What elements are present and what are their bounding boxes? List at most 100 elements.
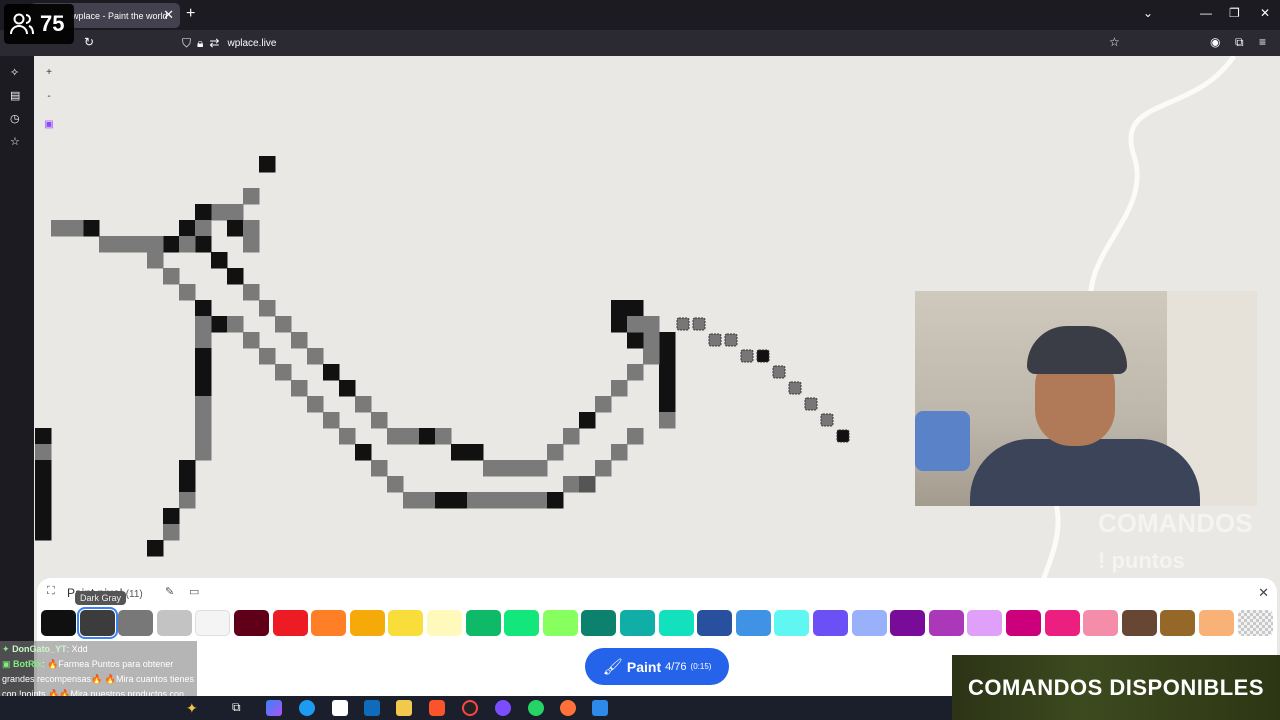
color-swatch-black[interactable] (41, 610, 76, 636)
permissions-icon[interactable]: ⇄ (209, 36, 219, 50)
close-panel-button[interactable]: ✕ (1258, 585, 1269, 601)
zoom-out-button[interactable]: - (42, 90, 56, 104)
canvas-pixel (659, 396, 676, 413)
twitch-icon[interactable]: ▣ (42, 118, 56, 132)
fullscreen-icon[interactable]: ⛶ (47, 585, 55, 598)
color-swatch-light-green[interactable] (543, 610, 578, 636)
color-swatch-blue[interactable] (736, 610, 771, 636)
extensions-icon[interactable]: ⧉ (1235, 35, 1244, 50)
ai-chatbot-icon[interactable]: ✧ (10, 66, 19, 79)
photos-icon[interactable] (592, 700, 608, 716)
canvas-pixel (179, 236, 196, 253)
color-swatch-dark-teal[interactable] (581, 610, 616, 636)
color-swatch-dark-green[interactable] (466, 610, 501, 636)
color-swatch-dark-gray[interactable] (77, 607, 118, 639)
pending-pixel[interactable] (724, 333, 738, 347)
brave-icon[interactable] (429, 700, 445, 716)
pending-pixel[interactable] (772, 365, 786, 379)
color-swatch-dark-blue[interactable] (697, 610, 732, 636)
canvas-pixel (579, 476, 596, 493)
color-swatch-light-yellow[interactable] (427, 610, 462, 636)
color-swatch-purple[interactable] (929, 610, 964, 636)
canvas-pixel (451, 444, 468, 461)
color-swatch-light-teal[interactable] (659, 610, 694, 636)
minimize-panel-icon[interactable]: ▭ (189, 585, 199, 598)
color-swatch-deep-red[interactable] (234, 610, 269, 636)
tab-list-chevron-icon[interactable]: ⌄ (1143, 6, 1153, 20)
shield-icon[interactable]: ⛉ (182, 36, 191, 51)
copilot-icon[interactable] (266, 700, 282, 716)
close-window-button[interactable]: ✕ (1260, 6, 1270, 20)
bookmark-star-icon[interactable]: ☆ (1109, 35, 1120, 49)
new-tab-button[interactable]: + (186, 5, 195, 23)
canvas-pixel (227, 316, 244, 333)
tab-close-icon[interactable]: ✕ (163, 7, 174, 23)
copilot-sparkle-icon[interactable]: ✦ (186, 700, 202, 716)
color-swatch-white[interactable] (195, 610, 230, 636)
obs-icon[interactable] (495, 700, 511, 716)
color-swatch-pink[interactable] (1045, 610, 1080, 636)
color-swatch-cyan[interactable] (774, 610, 809, 636)
color-swatch-beige[interactable] (1199, 610, 1234, 636)
history-icon[interactable]: ◷ (10, 112, 20, 125)
color-swatch-orange[interactable] (311, 610, 346, 636)
color-swatch-indigo[interactable] (813, 610, 848, 636)
edge-icon[interactable] (299, 700, 315, 716)
pending-pixel[interactable] (820, 413, 834, 427)
canvas-pixel (275, 316, 292, 333)
color-swatch-red[interactable] (273, 610, 308, 636)
color-swatch-gold[interactable] (350, 610, 385, 636)
task-view-icon[interactable]: ⧉ (232, 700, 248, 716)
pending-pixel[interactable] (804, 397, 818, 411)
color-swatch-light-gray[interactable] (157, 610, 192, 636)
browser-navbar: ↻ ⛉ 🔒︎ ⇄ wplace.live ☆ ◉ ⧉ ≡ (0, 30, 1280, 56)
webcam-streamer-cap (1027, 326, 1127, 374)
firefox-icon[interactable] (560, 700, 576, 716)
canvas-pixel (35, 508, 52, 525)
synced-tabs-icon[interactable]: ▤ (10, 89, 20, 102)
pending-pixel[interactable] (740, 349, 754, 363)
chat-text: : Xdd (66, 644, 88, 654)
file-explorer-icon[interactable] (396, 700, 412, 716)
canvas-pixel (323, 412, 340, 429)
maximize-button[interactable]: ❐ (1229, 6, 1240, 20)
reload-icon[interactable]: ↻ (84, 35, 94, 49)
pending-pixel[interactable] (836, 429, 850, 443)
canvas-pixel (67, 220, 84, 237)
pencil-icon[interactable]: ✎ (165, 585, 174, 598)
canvas-pixel (35, 428, 52, 445)
color-swatch-light-indigo[interactable] (852, 610, 887, 636)
color-swatch-dark-purple[interactable] (890, 610, 925, 636)
color-swatch-dark-brown[interactable] (1122, 610, 1157, 636)
paint-button-label: Paint (626, 658, 662, 675)
paint-button[interactable]: 🖌︎ Paint 4/76 (0:15) (585, 648, 729, 685)
color-swatch-green[interactable] (504, 610, 539, 636)
color-swatch-light-purple[interactable] (967, 610, 1002, 636)
account-icon[interactable]: ◉ (1210, 35, 1220, 49)
pending-pixel[interactable] (692, 317, 706, 331)
canvas-pixel (483, 460, 500, 477)
pending-pixel[interactable] (756, 349, 770, 363)
address-bar[interactable]: ⛉ 🔒︎ ⇄ wplace.live (178, 32, 1128, 54)
color-swatch-brown[interactable] (1160, 610, 1195, 636)
store-icon[interactable] (332, 700, 348, 716)
color-swatch-teal[interactable] (620, 610, 655, 636)
pending-pixel[interactable] (708, 333, 722, 347)
zoom-in-button[interactable]: + (42, 66, 56, 80)
whatsapp-icon[interactable] (528, 700, 544, 716)
lock-icon[interactable]: 🔒︎ (197, 36, 203, 51)
minimize-button[interactable]: — (1200, 6, 1212, 20)
pending-pixel[interactable] (788, 381, 802, 395)
color-swatch-dark-pink[interactable] (1006, 610, 1041, 636)
canvas-pixel (195, 364, 212, 381)
bookmarks-icon[interactable]: ☆ (10, 135, 20, 148)
color-swatch-transparent[interactable] (1238, 610, 1273, 636)
canvas-pixel (323, 364, 340, 381)
menu-icon[interactable]: ≡ (1259, 35, 1266, 49)
outlook-icon[interactable] (364, 700, 380, 716)
color-swatch-gray[interactable] (118, 610, 153, 636)
color-swatch-light-pink[interactable] (1083, 610, 1118, 636)
pending-pixel[interactable] (676, 317, 690, 331)
chrome-icon[interactable] (462, 700, 478, 716)
color-swatch-yellow[interactable] (388, 610, 423, 636)
